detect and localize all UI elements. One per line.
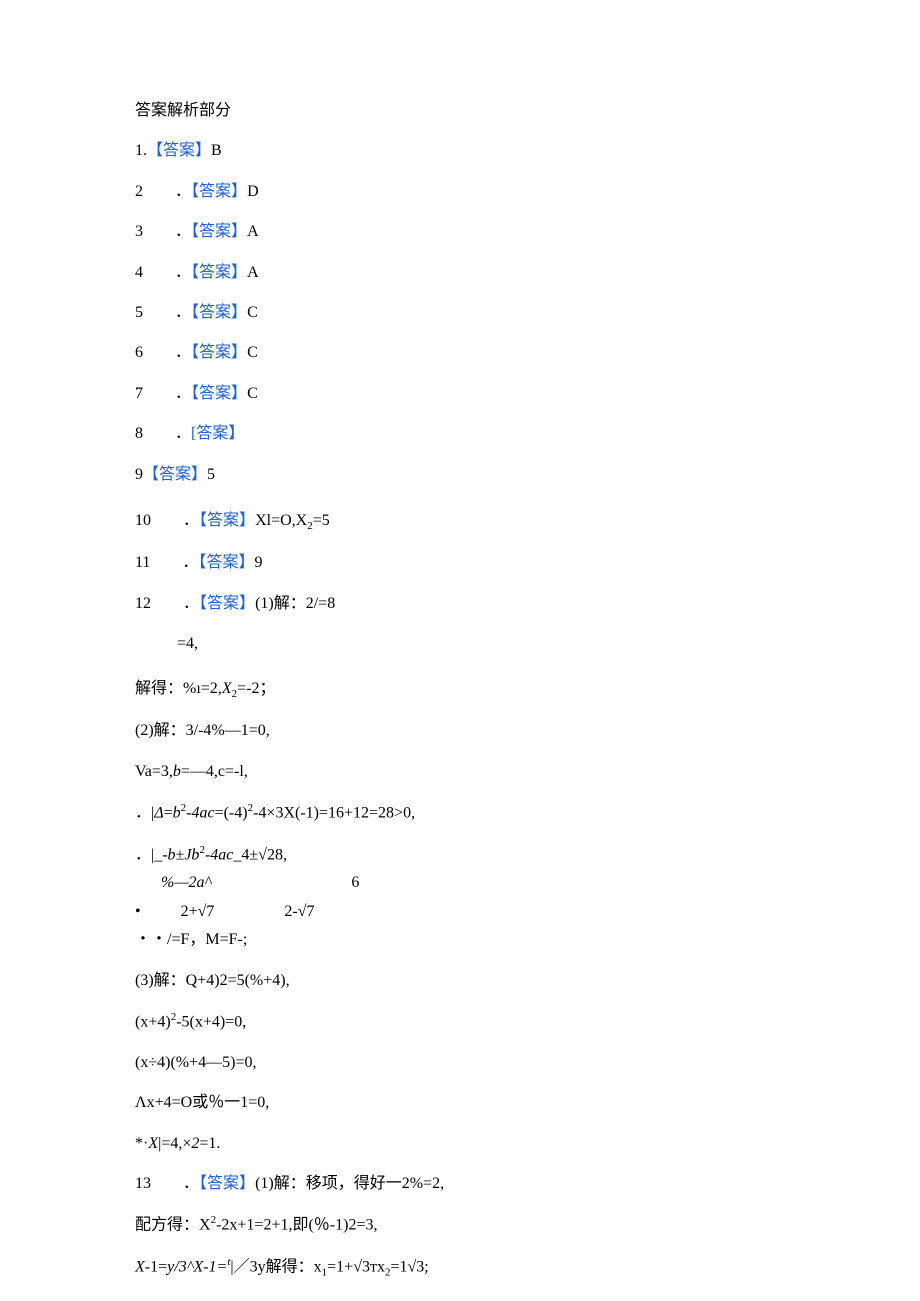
answer-12-cont: =4,: [135, 633, 785, 655]
solution-line: ．|Δ=b2-4ac=(-4)2-4×3X(-1)=16+12=28>0,: [135, 801, 785, 825]
answer-9: 9【答案】5: [135, 464, 785, 486]
answer-10: 10 ．【答案】Xl=O,X2=5: [135, 510, 785, 535]
num: 12: [135, 595, 151, 612]
answer-12: 12 ．【答案】(1)解：2/=8: [135, 593, 785, 615]
answer-label: 【答案】: [191, 183, 247, 200]
solution-fraction-bot: %—2a^6: [135, 872, 785, 894]
answer-value: C: [247, 344, 258, 361]
solution-line: 配方得：X2-2x+1=2+1,即(％-1)2=3,: [135, 1213, 785, 1237]
solution-line: X-1=y/3^X-1=t|／3y解得：x1=1+√3тx2=1√3;: [135, 1255, 785, 1281]
answer-label: 【答案】: [199, 1175, 255, 1192]
num: 13: [135, 1175, 151, 1192]
num: 4: [135, 264, 143, 281]
answer-11: 11 ．【答案】9: [135, 552, 785, 574]
solution-line: (x÷4)(%+4—5)=0,: [135, 1052, 785, 1074]
num: 9: [135, 466, 143, 483]
solution-line: •2+√72-√7: [135, 901, 785, 923]
answer-label: 【答案】: [199, 595, 255, 612]
answer-2: 2 ．【答案】D: [135, 181, 785, 203]
answer-label: 【答案】: [199, 512, 255, 529]
dot: ．: [175, 344, 191, 361]
answer-8: 8 ．[答案】: [135, 423, 785, 445]
answer-value: (1)解：2/=8: [255, 595, 335, 612]
answer-3: 3 ．【答案】A: [135, 221, 785, 243]
dot: ．: [183, 512, 199, 529]
solution-line: (x+4)2-5(x+4)=0,: [135, 1010, 785, 1034]
num: 10: [135, 512, 151, 529]
solution-line: Λx+4=O或％一1=0,: [135, 1092, 785, 1114]
dot: ．: [182, 554, 198, 571]
answer-label: 【答案】: [191, 264, 247, 281]
solution-line: (2)解：3/-4%—1=0,: [135, 720, 785, 742]
num: 8: [135, 425, 143, 442]
solution-line: (3)解：Q+4)2=5(%+4),: [135, 970, 785, 992]
answer-label: 【答案】: [143, 466, 207, 483]
section-title: 答案解析部分: [135, 100, 785, 122]
num: 3: [135, 223, 143, 240]
answer-value: (1)解：移项，得好一2%=2,: [255, 1175, 444, 1192]
answer-value: C: [247, 304, 258, 321]
num: 6: [135, 344, 143, 361]
answer-4: 4 ．【答案】A: [135, 262, 785, 284]
answer-value: Xl=O,X2=5: [255, 512, 330, 529]
dot: ．: [175, 425, 191, 442]
answer-label: 【答案】: [191, 223, 247, 240]
solution-line: ・・/=F，M=F-;: [135, 929, 785, 951]
answer-6: 6 ．【答案】C: [135, 342, 785, 364]
solution-line: 解得：%ı=2,X2=-2；: [135, 678, 785, 703]
answer-value: B: [211, 142, 222, 159]
answer-value: A: [247, 264, 259, 281]
answer-5: 5 ．【答案】C: [135, 302, 785, 324]
answer-label: 【答案】: [198, 554, 254, 571]
num: 7: [135, 385, 143, 402]
dot: ．: [175, 223, 191, 240]
num: 1.: [135, 142, 147, 159]
answer-7: 7 ．【答案】C: [135, 383, 785, 405]
answer-label-alt: [答案】: [191, 425, 244, 442]
answer-1: 1.【答案】B: [135, 140, 785, 162]
dot: ．: [175, 304, 191, 321]
dot: ．: [175, 264, 191, 281]
answer-value: A: [247, 223, 259, 240]
answer-label: 【答案】: [147, 142, 211, 159]
dot: ．: [183, 1175, 199, 1192]
answer-value: 5: [207, 466, 215, 483]
solution-line: Va=3,b=—4,c=-l,: [135, 761, 785, 783]
answer-13: 13 ．【答案】(1)解：移项，得好一2%=2,: [135, 1173, 785, 1195]
dot: ．: [175, 385, 191, 402]
answer-value: C: [247, 385, 258, 402]
answer-label: 【答案】: [191, 385, 247, 402]
answer-value: 9: [254, 554, 262, 571]
solution-fraction-top: ．|_-b±Jb2-4ac_4±√28,: [135, 843, 785, 867]
num: 11: [135, 554, 150, 571]
dot: ．: [183, 595, 199, 612]
answer-value: D: [247, 183, 259, 200]
answer-label: 【答案】: [191, 304, 247, 321]
num: 5: [135, 304, 143, 321]
num: 2: [135, 183, 143, 200]
answer-label: 【答案】: [191, 344, 247, 361]
solution-line: *·X|=4,×2=1.: [135, 1133, 785, 1155]
dot: ．: [175, 183, 191, 200]
